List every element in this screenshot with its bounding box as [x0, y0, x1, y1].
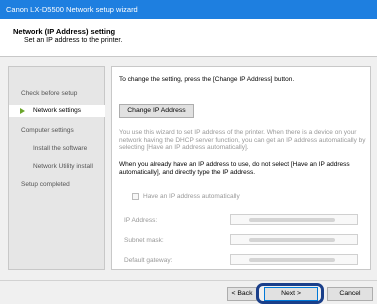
back-button[interactable]: < Back	[227, 287, 257, 301]
subnet-mask-field[interactable]	[230, 234, 358, 245]
step-setup-completed: Setup completed	[21, 181, 70, 188]
ip-address-field[interactable]	[230, 214, 358, 225]
subnet-mask-value-blur	[249, 238, 335, 242]
step-network-settings: Network settings	[9, 105, 105, 117]
default-gateway-label: Default gateway:	[124, 257, 173, 264]
current-step-arrow-icon	[20, 108, 25, 114]
step-network-settings-label: Network settings	[33, 107, 82, 114]
step-network-utility-install: Network Utility install	[33, 163, 93, 170]
ip-address-label: IP Address:	[124, 217, 158, 224]
intro-text: To change the setting, press the [Change…	[119, 76, 295, 83]
instruction-text: When you already have an IP address to u…	[119, 161, 350, 176]
step-install-software: Install the software	[33, 145, 88, 152]
wizard-window: Canon LX-D5500 Network setup wizard Netw…	[0, 0, 377, 304]
wizard-header: Network (IP Address) setting Set an IP a…	[0, 19, 377, 57]
page-subtitle: Set an IP address to the printer.	[24, 37, 123, 44]
ip-address-value-blur	[249, 218, 335, 222]
cancel-button[interactable]: Cancel	[327, 287, 373, 301]
info-text: You use this wizard to set IP address of…	[119, 129, 366, 152]
auto-ip-checkbox[interactable]	[132, 193, 139, 200]
footer-separator	[0, 280, 377, 281]
next-button-highlight	[256, 283, 324, 304]
step-check-before-setup: Check before setup	[21, 90, 78, 97]
steps-sidebar: Check before setup Network settings Comp…	[8, 66, 105, 270]
page-title: Network (IP Address) setting	[13, 27, 116, 36]
change-ip-address-button[interactable]: Change IP Address	[119, 104, 194, 118]
title-bar: Canon LX-D5500 Network setup wizard	[0, 0, 377, 19]
default-gateway-value-blur	[249, 258, 335, 262]
window-title: Canon LX-D5500 Network setup wizard	[6, 5, 138, 14]
main-panel: To change the setting, press the [Change…	[111, 66, 371, 270]
step-computer-settings: Computer settings	[21, 127, 74, 134]
auto-ip-checkbox-label: Have an IP address automatically	[143, 193, 240, 200]
default-gateway-field[interactable]	[230, 254, 358, 265]
subnet-mask-label: Subnet mask:	[124, 237, 164, 244]
